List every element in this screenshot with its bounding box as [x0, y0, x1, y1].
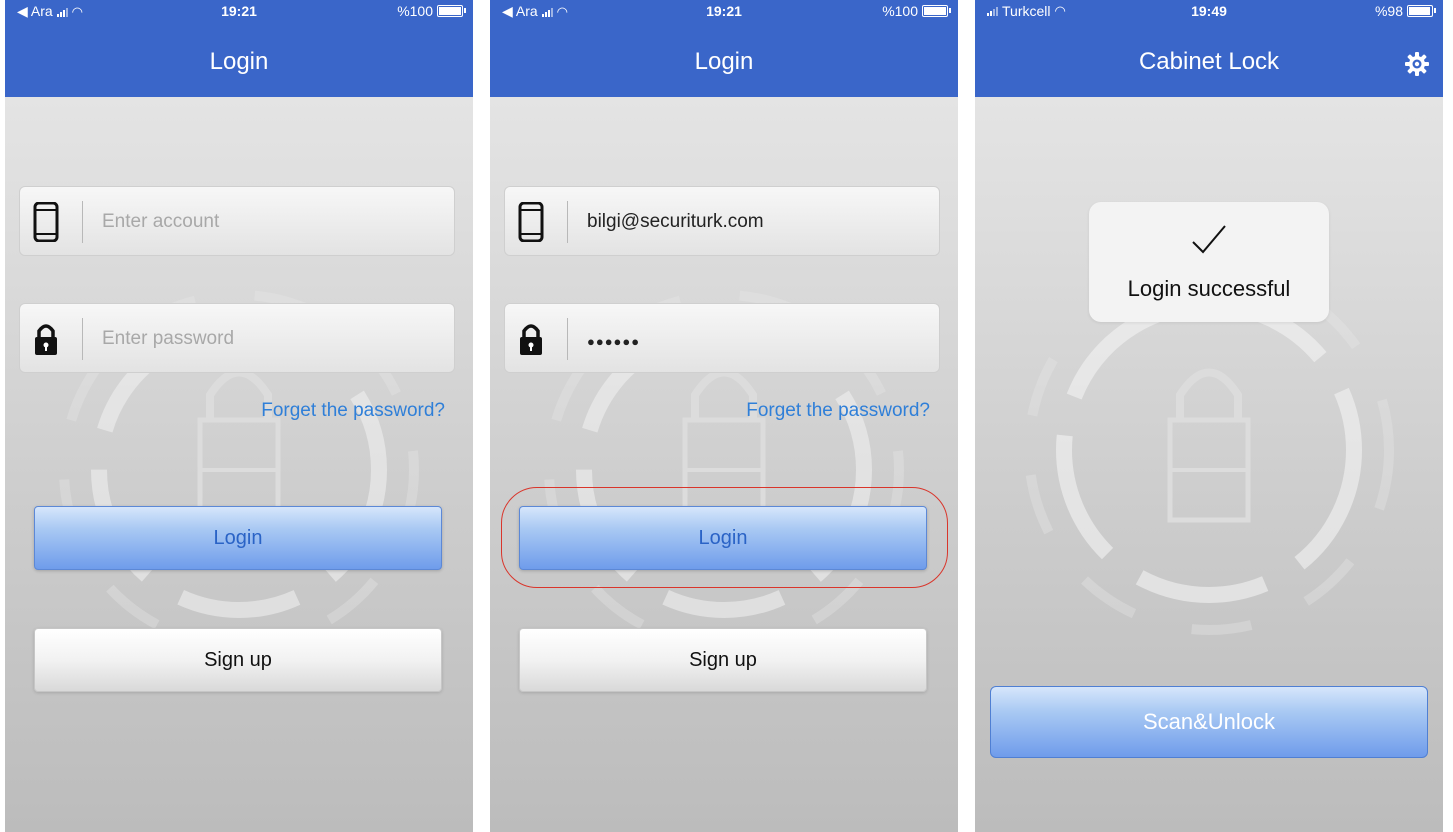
lock-icon	[520, 324, 542, 355]
field-separator	[82, 318, 83, 360]
signup-button[interactable]: Sign up	[34, 628, 442, 692]
password-field[interactable]: Enter password	[19, 303, 455, 373]
screen-login-empty: ◀ Ara ◠ 19:21 %100 Login Enter account E…	[5, 0, 473, 832]
account-placeholder[interactable]: Enter account	[102, 211, 219, 233]
field-separator	[567, 318, 568, 360]
login-highlight-annotation	[501, 487, 948, 588]
status-bar: ◀ Ara ◠ 19:21 %100	[5, 0, 473, 22]
login-button[interactable]: Login	[34, 506, 442, 570]
phone-icon	[33, 202, 59, 242]
password-value[interactable]: ●●●●●●	[587, 334, 640, 349]
nav-bar: Cabinet Lock	[975, 22, 1443, 97]
battery-percent: %100	[882, 3, 918, 19]
screen-login-filled: ◀ Ara ◠ 19:21 %100 Login bilgi@securitur…	[490, 0, 958, 832]
phone-icon	[518, 202, 544, 242]
login-success-toast: Login successful	[1089, 202, 1329, 322]
account-field[interactable]: bilgi@securiturk.com	[504, 186, 940, 256]
toast-message: Login successful	[1127, 276, 1291, 301]
battery-icon	[1407, 5, 1436, 17]
field-separator	[82, 201, 83, 243]
battery-icon	[437, 5, 466, 17]
forgot-password-link[interactable]: Forget the password?	[261, 400, 445, 422]
status-bar: Turkcell ◠ 19:49 %98	[975, 0, 1443, 22]
password-field[interactable]: ●●●●●●	[504, 303, 940, 373]
battery-percent: %100	[397, 3, 433, 19]
screen-cabinet-lock: Turkcell ◠ 19:49 %98 Cabinet Lock Login …	[975, 0, 1443, 832]
account-field[interactable]: Enter account	[19, 186, 455, 256]
nav-bar: Login	[5, 22, 473, 97]
page-title: Login	[694, 48, 754, 75]
password-placeholder[interactable]: Enter password	[102, 328, 234, 350]
status-bar: ◀ Ara ◠ 19:21 %100	[490, 0, 958, 22]
lock-icon	[35, 324, 57, 355]
field-separator	[567, 201, 568, 243]
battery-percent: %98	[1374, 3, 1403, 19]
signup-button[interactable]: Sign up	[519, 628, 927, 692]
battery-icon	[922, 5, 951, 17]
clock-label: 19:49	[1191, 3, 1227, 19]
gear-icon[interactable]	[1405, 52, 1429, 76]
page-title: Cabinet Lock	[1138, 48, 1280, 75]
page-title: Login	[209, 48, 269, 75]
forgot-password-link[interactable]: Forget the password?	[746, 400, 930, 422]
checkmark-icon	[1192, 225, 1226, 254]
scan-unlock-button[interactable]: Scan&Unlock	[990, 686, 1428, 758]
account-value[interactable]: bilgi@securiturk.com	[587, 211, 764, 233]
nav-bar: Login	[490, 22, 958, 97]
